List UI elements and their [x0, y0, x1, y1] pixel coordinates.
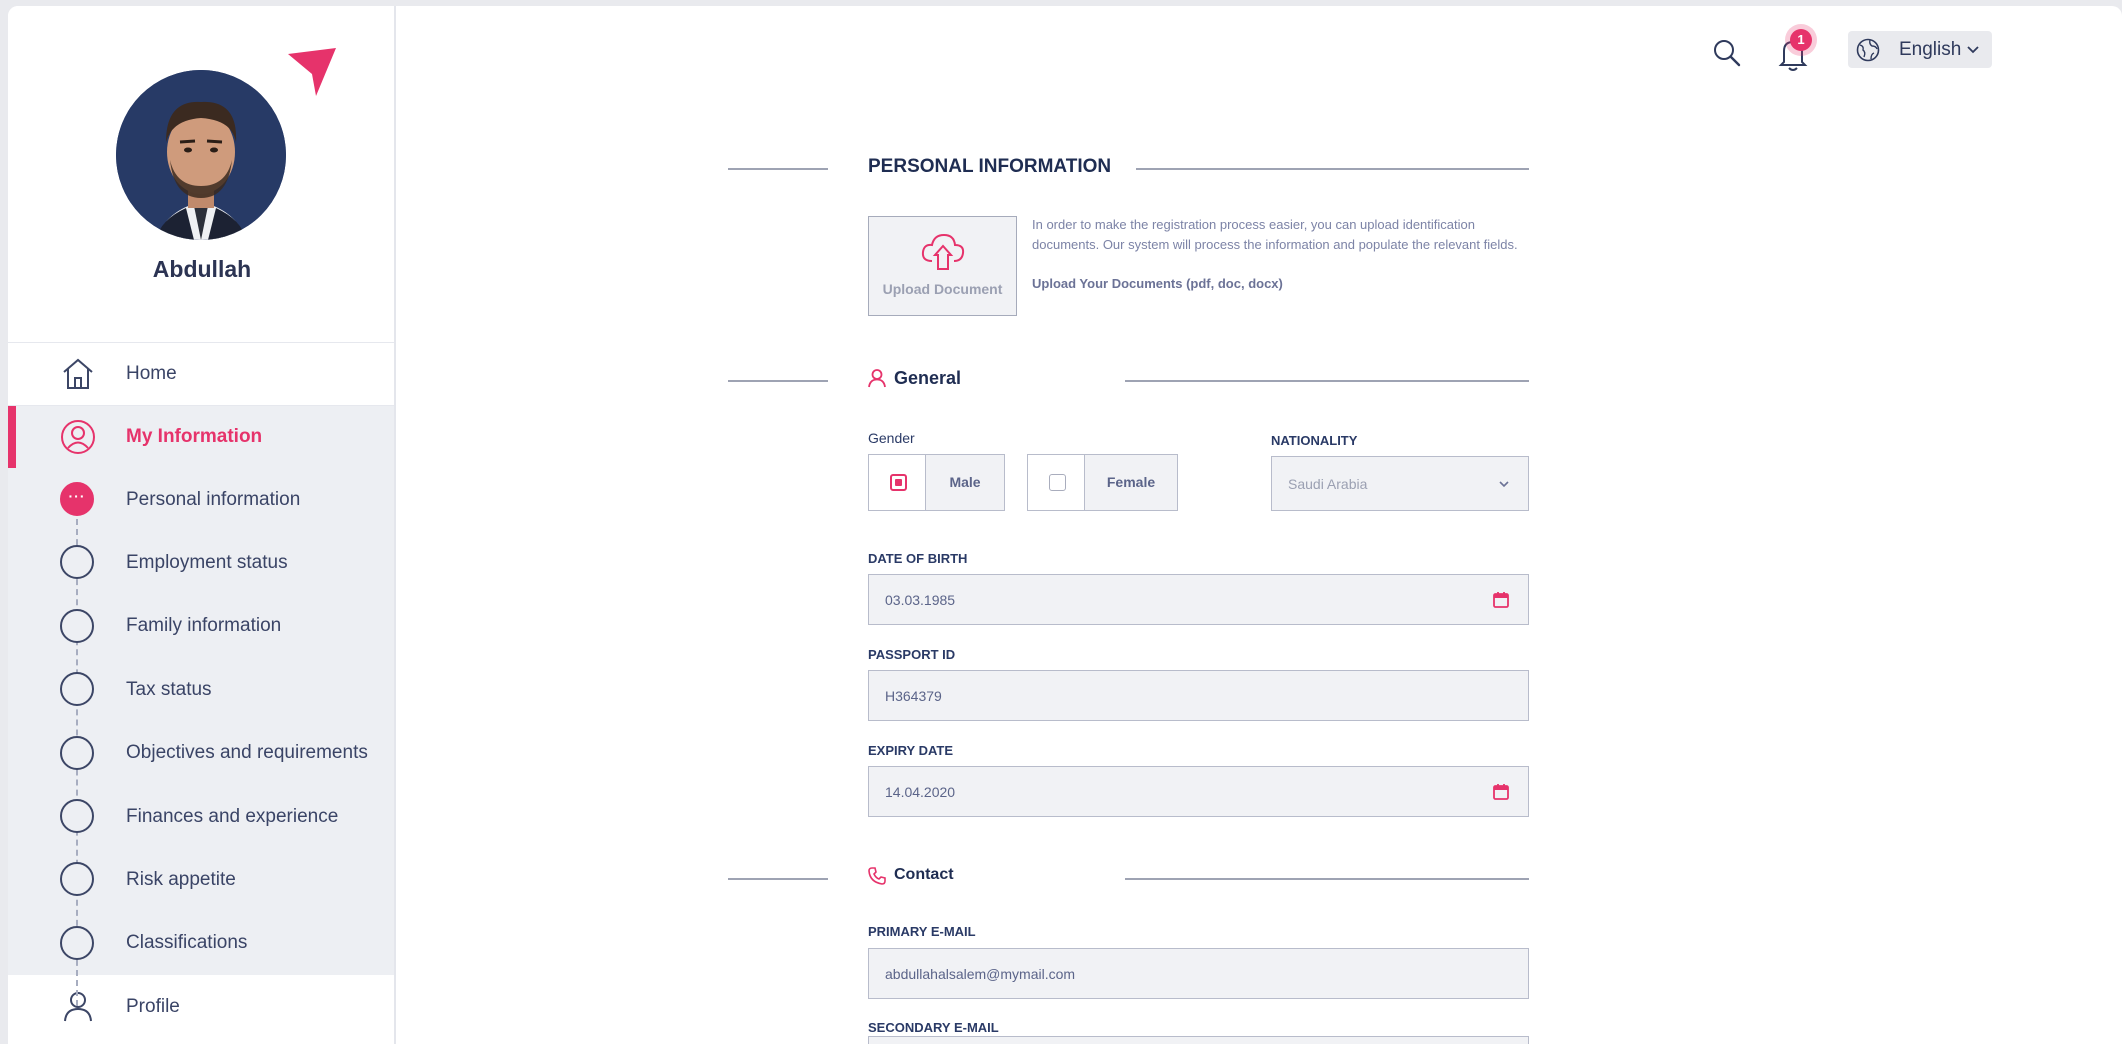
passport-value: H364379	[885, 688, 942, 704]
passport-field[interactable]: H364379	[868, 670, 1529, 721]
step-label: Classifications	[126, 932, 248, 954]
step-item[interactable]: Family information	[8, 595, 394, 658]
gender-option-label: Female	[1106, 474, 1156, 490]
section-divider	[728, 380, 828, 382]
secondary-email-field[interactable]	[868, 1036, 1529, 1044]
calendar-icon[interactable]	[1492, 591, 1510, 609]
upload-document-label: Upload Document	[882, 281, 1003, 297]
step-label: Tax status	[126, 678, 212, 700]
step-indicator	[60, 798, 94, 833]
step-indicator	[60, 608, 94, 643]
search-icon[interactable]	[1712, 38, 1742, 68]
sidebar-item-label: Home	[126, 363, 177, 384]
section-divider	[728, 878, 828, 880]
nationality-label: NATIONALITY	[1271, 433, 1358, 448]
section-divider	[1136, 168, 1529, 170]
expiry-date-field[interactable]: 14.04.2020	[868, 766, 1529, 817]
user-icon	[64, 992, 92, 1022]
sidebar-item-label: My Information	[126, 426, 263, 447]
user-circle-icon	[61, 420, 95, 454]
phone-icon	[868, 867, 886, 885]
primary-email-field[interactable]: abdullahalsalem@mymail.com	[868, 948, 1529, 999]
step-label: Finances and experience	[126, 805, 339, 827]
language-label: English	[1899, 39, 1962, 60]
gender-label: Gender	[868, 430, 915, 446]
app-window: Abdullah Home My Information ··· Persona…	[8, 6, 2122, 1044]
dob-label: DATE OF BIRTH	[868, 551, 968, 566]
step-item[interactable]: Risk appetite	[8, 848, 394, 911]
chevron-down-icon	[1499, 481, 1509, 488]
step-label: Risk appetite	[126, 869, 236, 891]
paper-plane-icon	[288, 48, 336, 96]
user-icon	[868, 369, 886, 388]
gender-option-female[interactable]: Female	[1027, 454, 1178, 511]
nationality-value: Saudi Arabia	[1288, 476, 1368, 492]
gender-option-male[interactable]: Male	[868, 454, 1005, 511]
sidebar-item-label: Profile	[126, 995, 180, 1017]
section-divider	[1125, 380, 1529, 382]
nationality-select[interactable]: Saudi Arabia	[1271, 456, 1529, 511]
step-indicator	[60, 672, 94, 707]
sidebar-item-my-information[interactable]: My Information	[8, 405, 394, 468]
step-item[interactable]: Employment status	[8, 531, 394, 594]
primary-email-label: PRIMARY E-MAIL	[868, 924, 976, 939]
radio-female[interactable]	[1028, 455, 1085, 510]
upload-formats: Upload Your Documents (pdf, doc, docx)	[1032, 276, 1283, 291]
step-list: ··· Personal information Employment stat…	[8, 468, 394, 1006]
sidebar: Abdullah Home My Information ··· Persona…	[8, 6, 396, 1044]
calendar-icon[interactable]	[1492, 783, 1510, 801]
step-item[interactable]: Classifications	[8, 912, 394, 975]
dob-value: 03.03.1985	[885, 592, 956, 608]
section-divider	[728, 168, 828, 170]
step-item[interactable]: Finances and experience	[8, 785, 394, 848]
step-item[interactable]: Tax status	[8, 658, 394, 721]
radio-male[interactable]	[869, 455, 926, 510]
step-indicator	[60, 735, 94, 770]
sidebar-nav: Home My Information ··· Personal informa…	[8, 342, 394, 1039]
step-label: Objectives and requirements	[126, 742, 368, 764]
checkbox-checked	[890, 474, 907, 491]
language-selector[interactable]: English	[1848, 31, 1992, 68]
step-indicator	[60, 925, 94, 960]
secondary-email-label: SECONDARY E-MAIL	[868, 1020, 999, 1035]
expiry-value: 14.04.2020	[885, 784, 956, 800]
section-divider	[1125, 878, 1529, 880]
step-indicator	[60, 862, 94, 897]
upload-description: In order to make the registration proces…	[1032, 217, 1518, 252]
upload-document-button[interactable]: Upload Document	[868, 216, 1017, 316]
step-label: Employment status	[126, 552, 288, 574]
notification-badge[interactable]: 1	[1790, 29, 1812, 51]
section-title-general: General	[894, 368, 962, 388]
step-indicator	[60, 545, 94, 580]
sidebar-item-profile[interactable]: Profile	[8, 975, 394, 1039]
sidebar-item-home[interactable]: Home	[8, 342, 394, 405]
passport-label: PASSPORT ID	[868, 647, 956, 662]
avatar-photo	[116, 70, 286, 240]
expiry-label: EXPIRY DATE	[868, 743, 954, 758]
cloud-upload-icon	[921, 233, 965, 270]
home-icon	[63, 358, 93, 389]
checkbox-unchecked	[1049, 474, 1066, 491]
avatar[interactable]	[116, 50, 286, 240]
step-item[interactable]: ··· Personal information	[8, 468, 394, 531]
current-step-indicator: ···	[60, 482, 94, 516]
step-item[interactable]: Objectives and requirements	[8, 722, 394, 785]
page-title: PERSONAL INFORMATION	[868, 156, 1112, 177]
gender-option-label: Male	[949, 474, 981, 490]
step-label: Personal information	[126, 488, 301, 510]
user-name: Abdullah	[152, 256, 252, 282]
chevron-down-icon	[1967, 46, 1979, 54]
primary-email-value: abdullahalsalem@mymail.com	[885, 966, 1076, 982]
globe-icon	[1856, 38, 1880, 62]
section-title-contact: Contact	[894, 866, 954, 883]
step-label: Family information	[126, 615, 282, 637]
dob-field[interactable]: 03.03.1985	[868, 574, 1529, 625]
